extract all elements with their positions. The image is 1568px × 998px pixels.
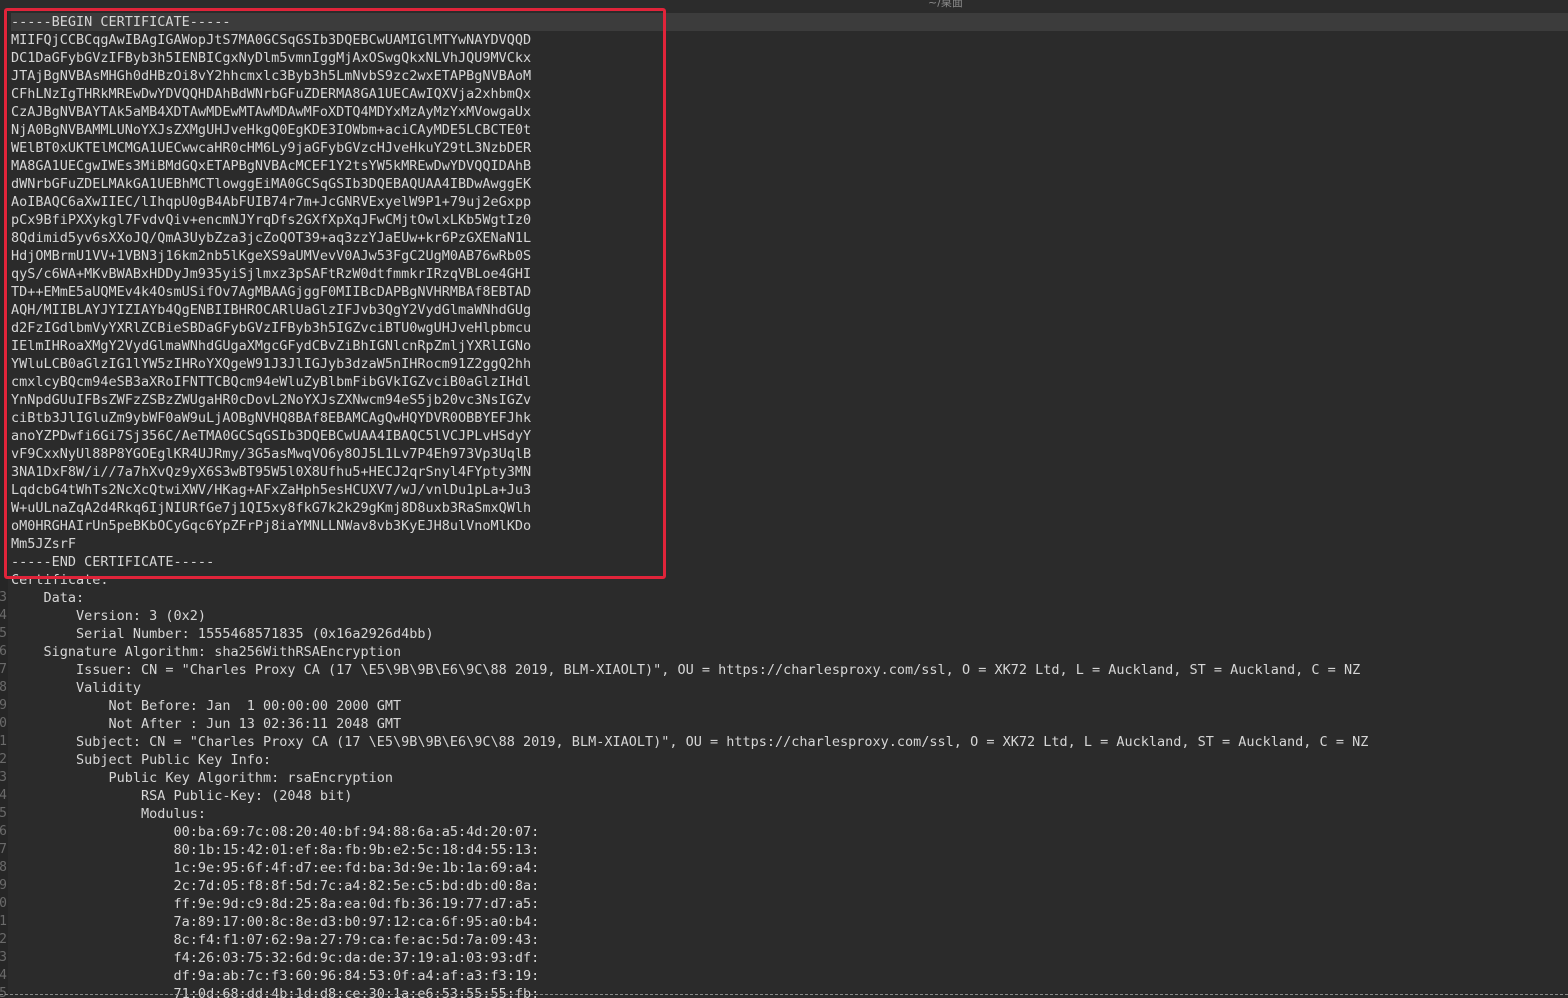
line-number: 3 (0, 950, 7, 965)
pem-body-line[interactable]: W+uULnaZqA2d4Rkq6IjNIURfGe7j1QI5xy8fkG7k… (11, 499, 1568, 517)
pem-body-line[interactable]: YWluLCB0aGlzIG1lYW5zIHRoYXQgeW91J3JlIGJy… (11, 355, 1568, 373)
issuer-line[interactable]: Issuer: CN = "Charles Proxy CA (17 \E5\9… (11, 661, 1568, 679)
line-number: 5 (0, 626, 7, 641)
modulus-label[interactable]: Modulus: (11, 805, 1568, 823)
modulus-line[interactable]: 2c:7d:05:f8:8f:5d:7c:a4:82:5e:c5:bd:db:d… (11, 877, 1568, 895)
terminal-window: ~/桌面 3 4 5 6 7 8 9 0 1 2 3 4 5 6 7 8 9 0 1 2 3 4 5 -----BEGIN … (0, 0, 1568, 998)
subject-line[interactable]: Subject: CN = "Charles Proxy CA (17 \E5\… (11, 733, 1568, 751)
title-bar-left-text (10, 0, 43, 7)
pem-body-line[interactable]: pCx9BfiPXXykgl7FvdvQiv+encmNJYrqDfs2GXfX… (11, 211, 1568, 229)
pem-body-line[interactable]: CzAJBgNVBAYTAk5aMB4XDTAwMDEwMTAwMDAwMFoX… (11, 103, 1568, 121)
line-number: 4 (0, 788, 7, 803)
pem-body-line[interactable]: d2FzIGdlbmVyYXRlZCBieSBDaGFybGVzIFByb3h5… (11, 319, 1568, 337)
not-after-line[interactable]: Not After : Jun 13 02:36:11 2048 GMT (11, 715, 1568, 733)
pem-body-line[interactable]: MIIFQjCCBCqgAwIBAgIGAWopJtS7MA0GCSqGSIb3… (11, 31, 1568, 49)
pem-body-line[interactable]: anoYZPDwfi6Gi7Sj356C/AeTMA0GCSqGSIb3DQEB… (11, 427, 1568, 445)
pem-body-line[interactable]: oM0HRGHAIrUn5peBKbOCyGqc6YpZFrPj8iaYMNLL… (11, 517, 1568, 535)
text-editor[interactable]: -----BEGIN CERTIFICATE----- MIIFQjCCBCqg… (11, 13, 1568, 998)
title-bar: ~/桌面 (0, 0, 1568, 10)
pem-body-line[interactable]: 3NA1DxF8W/i//7a7hXvQz9yX6S3wBT95W5l0X8Uf… (11, 463, 1568, 481)
line-number: 4 (0, 968, 7, 983)
line-number: 6 (0, 644, 7, 659)
pem-body-line[interactable]: LqdcbG4tWhTs2NcXcQtwiXWV/HKag+AFxZaHph5e… (11, 481, 1568, 499)
window-title: ~/桌面 (928, 0, 963, 9)
pem-body-line[interactable]: dWNrbGFuZDELMAkGA1UEBhMCTlowggEiMA0GCSqG… (11, 175, 1568, 193)
line-number: 6 (0, 824, 7, 839)
version-line[interactable]: Version: 3 (0x2) (11, 607, 1568, 625)
line-number: 8 (0, 860, 7, 875)
line-number: 5 (0, 986, 7, 998)
pem-body-line[interactable]: CFhLNzIgTHRkMREwDwYDVQQHDAhBdWNrbGFuZDER… (11, 85, 1568, 103)
pem-body-line[interactable]: ciBtb3JlIGluZm9ybWF0aW9uLjAOBgNVHQ8BAf8E… (11, 409, 1568, 427)
modulus-line[interactable]: 71:0d:68:dd:4b:1d:d8:ce:30:1a:e6:53:55:5… (11, 985, 1568, 998)
serial-number-line[interactable]: Serial Number: 1555468571835 (0x16a2926d… (11, 625, 1568, 643)
line-number: 0 (0, 896, 7, 911)
rsa-public-key-line[interactable]: RSA Public-Key: (2048 bit) (11, 787, 1568, 805)
pem-body-line[interactable]: qyS/c6WA+MKvBWABxHDDyJm935yiSjlmxz3pSAFt… (11, 265, 1568, 283)
pem-body-line[interactable]: TD++EMmE5aUQMEv4k4OsmUSifOv7AgMBAAGjggF0… (11, 283, 1568, 301)
pem-body-line[interactable]: 8Qdimid5yv6sXXoJQ/QmA3UybZza3jcZoQOT39+a… (11, 229, 1568, 247)
line-number: 0 (0, 716, 7, 731)
line-number: 8 (0, 680, 7, 695)
data-label[interactable]: Data: (11, 589, 1568, 607)
modulus-line[interactable]: 00:ba:69:7c:08:20:40:bf:94:88:6a:a5:4d:2… (11, 823, 1568, 841)
line-number: 9 (0, 878, 7, 893)
pem-body-line[interactable]: cmxlcyBQcm94eSB3aXRoIFNTTCBQcm94eWluZyBl… (11, 373, 1568, 391)
pem-body-line[interactable]: AQH/MIIBLAYJYIZIAYb4QgENBIIBHROCARlUaGlz… (11, 301, 1568, 319)
validity-label[interactable]: Validity (11, 679, 1568, 697)
pem-begin-line[interactable]: -----BEGIN CERTIFICATE----- (11, 13, 1568, 31)
public-key-algorithm-line[interactable]: Public Key Algorithm: rsaEncryption (11, 769, 1568, 787)
modulus-line[interactable]: 8c:f4:f1:07:62:9a:27:79:ca:fe:ac:5d:7a:0… (11, 931, 1568, 949)
pem-body-line[interactable]: YnNpdGUuIFBsZWFzZSBzZWUgaHR0cDovL2NoYXJs… (11, 391, 1568, 409)
pem-body-line[interactable]: JTAjBgNVBAsMHGh0dHBzOi8vY2hhcmxlc3Byb3h5… (11, 67, 1568, 85)
pem-body-line[interactable]: HdjOMBrmU1VV+1VBN3j16km2nb5lKgeXS9aUMVev… (11, 247, 1568, 265)
bottom-divider (0, 994, 1568, 996)
line-number: 2 (0, 932, 7, 947)
modulus-line[interactable]: 1c:9e:95:6f:4f:d7:ee:fd:ba:3d:9e:1b:1a:6… (11, 859, 1568, 877)
modulus-line[interactable]: ff:9e:9d:c9:8d:25:8a:ea:0d:fb:36:19:77:d… (11, 895, 1568, 913)
pem-body-line[interactable]: vF9CxxNyUl88P8YGOEglKR4UJRmy/3G5asMwqVO6… (11, 445, 1568, 463)
line-number: 1 (0, 914, 7, 929)
line-number: 9 (0, 698, 7, 713)
modulus-body: 00:ba:69:7c:08:20:40:bf:94:88:6a:a5:4d:2… (11, 823, 1568, 998)
line-number: 4 (0, 608, 7, 623)
modulus-line[interactable]: 7a:89:17:00:8c:8e:d3:b0:97:12:ca:6f:95:a… (11, 913, 1568, 931)
pem-body-line[interactable]: MA8GA1UECgwIWEs3MiBMdGQxETAPBgNVBAcMCEF1… (11, 157, 1568, 175)
line-number: 7 (0, 662, 7, 677)
pem-body-line[interactable]: DC1DaGFybGVzIFByb3h5IENBICgxNyDlm5vmnIgg… (11, 49, 1568, 67)
pem-body-line[interactable]: Mm5JZsrF (11, 535, 1568, 553)
certificate-label[interactable]: Certificate: (11, 571, 1568, 589)
pem-end-line[interactable]: -----END CERTIFICATE----- (11, 553, 1568, 571)
modulus-line[interactable]: f4:26:03:75:32:6d:9c:da:de:37:19:a1:03:9… (11, 949, 1568, 967)
pem-body-line[interactable]: WElBT0xUKTElMCMGA1UECwwcaHR0cHM6Ly9jaGFy… (11, 139, 1568, 157)
modulus-line[interactable]: df:9a:ab:7c:f3:60:96:84:53:0f:a4:af:a3:f… (11, 967, 1568, 985)
pem-body-line[interactable]: IElmIHRoaXMgY2VydGlmaWNhdGUgaXMgcGFydCBv… (11, 337, 1568, 355)
modulus-line[interactable]: 80:1b:15:42:01:ef:8a:fb:9b:e2:5c:18:d4:5… (11, 841, 1568, 859)
line-number: 1 (0, 734, 7, 749)
pem-body-line[interactable]: NjA0BgNVBAMMLUNoYXJsZXMgUHJveHkgQ0EgKDE3… (11, 121, 1568, 139)
line-number: 3 (0, 590, 7, 605)
signature-algorithm-line[interactable]: Signature Algorithm: sha256WithRSAEncryp… (11, 643, 1568, 661)
not-before-line[interactable]: Not Before: Jan 1 00:00:00 2000 GMT (11, 697, 1568, 715)
line-number: 7 (0, 842, 7, 857)
pem-body: MIIFQjCCBCqgAwIBAgIGAWopJtS7MA0GCSqGSIb3… (11, 31, 1568, 553)
line-number: 2 (0, 752, 7, 767)
line-number: 5 (0, 806, 7, 821)
line-number-gutter: 3 4 5 6 7 8 9 0 1 2 3 4 5 6 7 8 9 0 1 2 3 4 5 (0, 10, 8, 998)
subject-public-key-info-label[interactable]: Subject Public Key Info: (11, 751, 1568, 769)
line-number: 3 (0, 770, 7, 785)
pem-body-line[interactable]: AoIBAQC6aXwIIEC/lIhqpU0gB4AbFUIB74r7m+Jc… (11, 193, 1568, 211)
